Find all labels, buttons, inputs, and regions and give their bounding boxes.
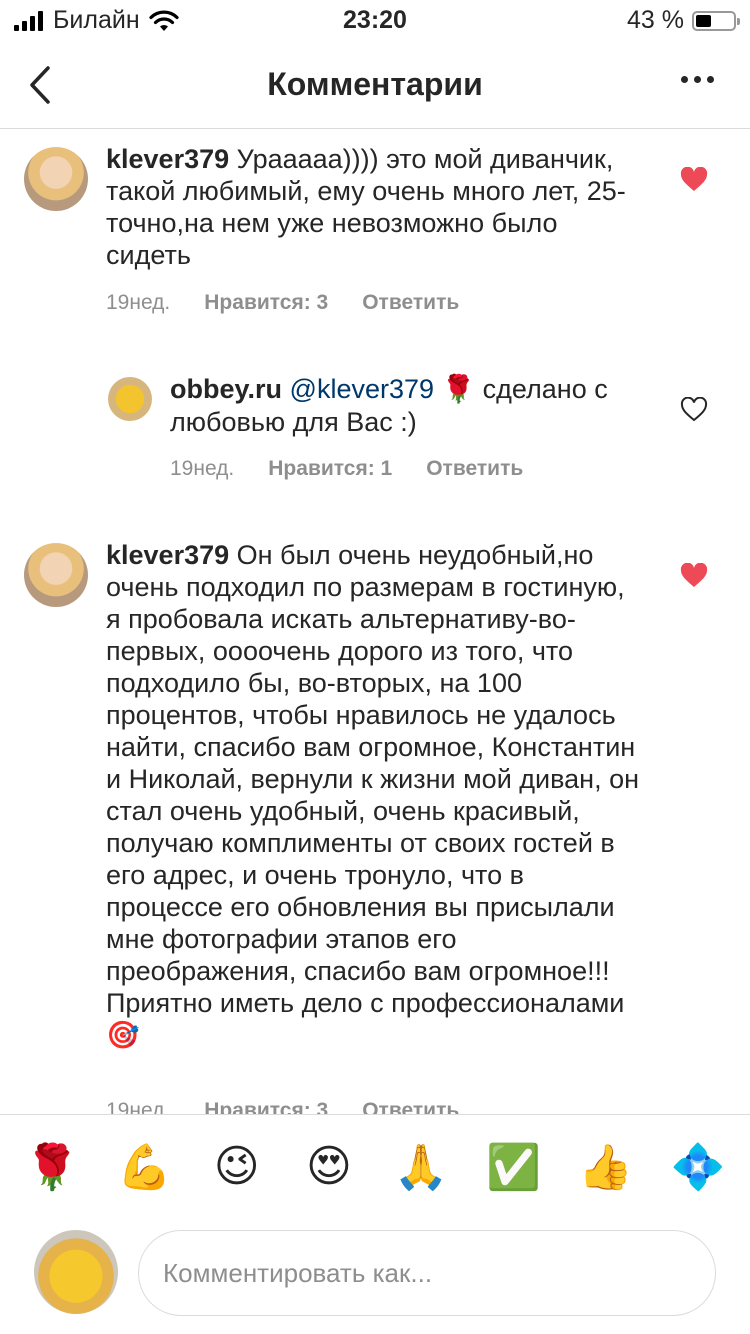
comment-text: klever379 Он был очень неудобный,но очен…	[106, 539, 646, 1052]
emoji-quick-bar: 🌹 💪 😉 😍 🙏 ✅ 👍 💠	[0, 1114, 750, 1218]
wink-emoji-button[interactable]: 😉	[202, 1132, 272, 1202]
avatar[interactable]	[24, 543, 88, 607]
reply-button[interactable]: Ответить	[362, 1099, 459, 1114]
comment-time: 19нед.	[106, 291, 171, 314]
comment-username[interactable]: klever379	[106, 540, 229, 570]
target-emoji: 🎯	[106, 1020, 140, 1051]
battery-percent: 43 %	[627, 6, 684, 34]
nav-bar: Комментарии	[0, 42, 750, 129]
battery-fill	[696, 14, 711, 27]
check-emoji-button[interactable]: ✅	[478, 1132, 548, 1202]
reply-button[interactable]: Ответить	[426, 457, 523, 481]
diamond-emoji-button[interactable]: 💠	[663, 1132, 733, 1202]
comment-meta: 19нед. Нравится: 3 Ответить	[106, 1099, 459, 1114]
likes-count[interactable]: Нравится: 3	[204, 291, 328, 315]
avatar[interactable]	[24, 147, 88, 211]
comment-username[interactable]: obbey.ru	[170, 374, 282, 404]
comments-list[interactable]: klever379 Ураааaa)))) это мой диванчик, …	[0, 129, 750, 1114]
comment-input[interactable]	[138, 1230, 716, 1316]
heart-filled-icon[interactable]	[680, 167, 708, 193]
heart-filled-icon[interactable]	[680, 563, 708, 589]
status-right: 43 %	[627, 6, 740, 35]
more-options-icon[interactable]	[681, 76, 714, 83]
comment-meta: 19нед. Нравится: 1 Ответить	[170, 457, 523, 481]
comment-username[interactable]: klever379	[106, 144, 229, 174]
heart-outline-icon[interactable]	[680, 397, 708, 423]
mention-link[interactable]: @klever379	[290, 374, 434, 404]
comment-text: klever379 Ураааaa)))) это мой диванчик, …	[106, 143, 646, 271]
reply-button[interactable]: Ответить	[362, 291, 459, 315]
avatar[interactable]	[108, 377, 152, 421]
rose-emoji-button[interactable]: 🌹	[17, 1132, 87, 1202]
status-bar: Билайн 23:20 43 %	[0, 0, 750, 42]
comment-composer	[0, 1218, 750, 1334]
muscle-emoji-button[interactable]: 💪	[109, 1132, 179, 1202]
battery-icon	[692, 10, 740, 31]
heart-eyes-emoji-button[interactable]: 😍	[294, 1132, 364, 1202]
comment-meta: 19нед. Нравится: 3 Ответить	[106, 291, 459, 315]
comment-body: Он был очень неудобный,но очень подходил…	[106, 540, 640, 1018]
thumbs-up-emoji-button[interactable]: 👍	[571, 1132, 641, 1202]
likes-count[interactable]: Нравится: 3	[204, 1099, 328, 1114]
comment-time: 19нед.	[170, 457, 235, 480]
comment-text: obbey.ru @klever379 🌹 сделано с любовью …	[170, 373, 650, 438]
rose-emoji: 🌹	[441, 374, 476, 405]
likes-count[interactable]: Нравится: 1	[268, 457, 392, 481]
comment-time: 19нед.	[106, 1099, 171, 1114]
page-title: Комментарии	[267, 66, 483, 102]
my-avatar	[34, 1230, 118, 1314]
pray-emoji-button[interactable]: 🙏	[386, 1132, 456, 1202]
